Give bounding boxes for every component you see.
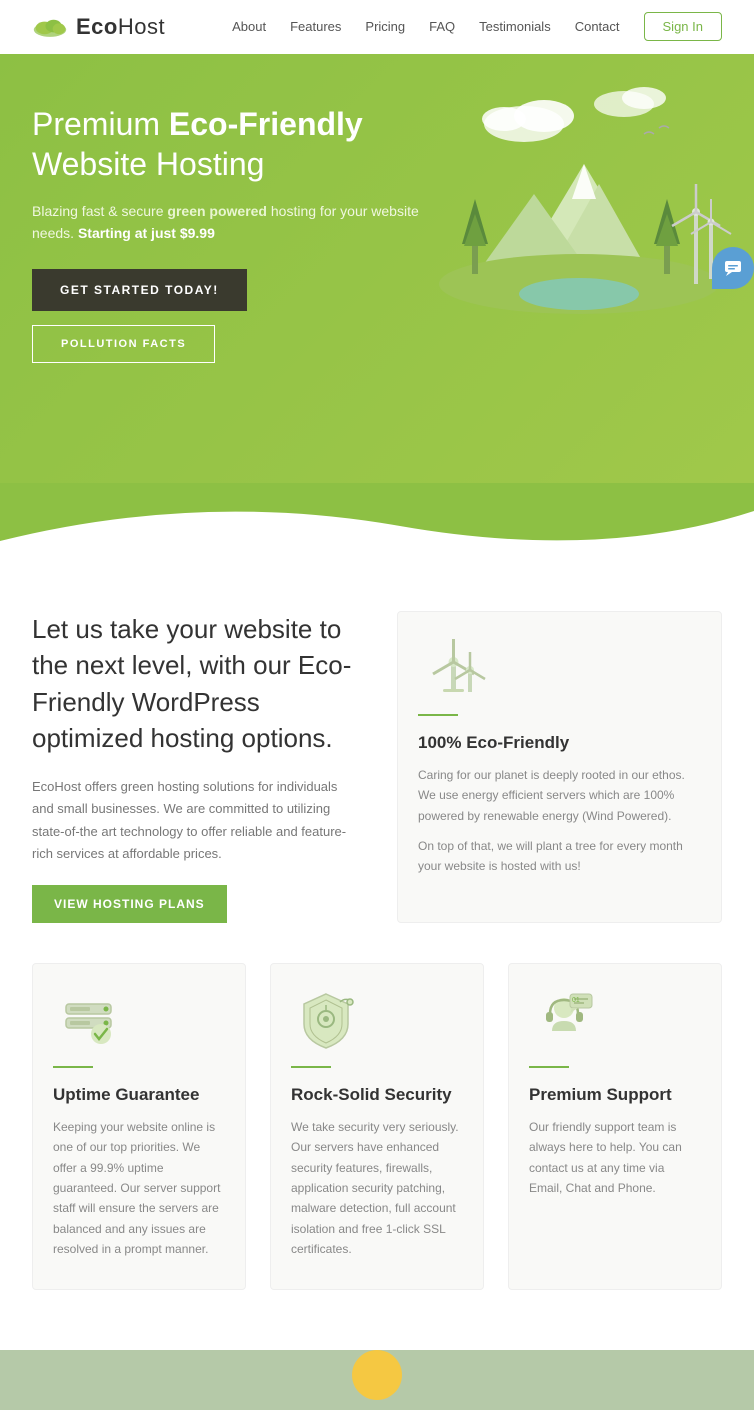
nav-pricing[interactable]: Pricing: [365, 19, 405, 34]
svg-text:01: 01: [572, 997, 580, 1004]
feature-title-security: Rock-Solid Security: [291, 1085, 463, 1105]
feature-desc-support: Our friendly support team is always here…: [529, 1117, 701, 1199]
intro-body: EcoHost offers green hosting solutions f…: [32, 776, 357, 864]
navbar: EcoHost About Features Pricing FAQ Testi…: [0, 0, 754, 54]
feature-card-support: 01 Premium Support Our friendly support …: [508, 963, 722, 1291]
feature-title-eco: 100% Eco-Friendly: [418, 733, 701, 753]
server-icon: [53, 984, 123, 1054]
nav-contact[interactable]: Contact: [575, 19, 620, 34]
feature-card-eco: 100% Eco-Friendly Caring for our planet …: [397, 611, 722, 923]
nav-testimonials[interactable]: Testimonials: [479, 19, 551, 34]
feature-desc-security: We take security very seriously. Our ser…: [291, 1117, 463, 1260]
feature-desc1-eco: Caring for our planet is deeply rooted i…: [418, 765, 701, 826]
nav-faq[interactable]: FAQ: [429, 19, 455, 34]
feature-title-uptime: Uptime Guarantee: [53, 1085, 225, 1105]
shield-icon: [291, 984, 361, 1054]
underline-eco: [418, 714, 458, 716]
chat-icon: [723, 258, 743, 278]
hero-heading: Premium Eco-Friendly Website Hosting: [32, 104, 432, 184]
features-grid: Uptime Guarantee Keeping your website on…: [32, 963, 722, 1291]
windmill-icon: [418, 632, 488, 702]
main-content: Let us take your website to the next lev…: [0, 551, 754, 1331]
logo-text: EcoHost: [76, 14, 165, 40]
intro-heading: Let us take your website to the next lev…: [32, 611, 357, 757]
wave-divider: [0, 481, 754, 551]
logo: EcoHost: [32, 14, 165, 40]
underline-uptime: [53, 1066, 93, 1068]
view-plans-button[interactable]: VIEW HOSTING PLANS: [32, 885, 227, 923]
feature-card-uptime: Uptime Guarantee Keeping your website on…: [32, 963, 246, 1291]
chat-bubble[interactable]: [712, 247, 754, 289]
underline-support: [529, 1066, 569, 1068]
headset-icon: 01: [529, 984, 599, 1054]
footer-circle: [352, 1350, 402, 1400]
feature-desc2-eco: On top of that, we will plant a tree for…: [418, 836, 701, 877]
intro-text: Let us take your website to the next lev…: [32, 611, 357, 923]
signin-button[interactable]: Sign In: [644, 12, 722, 41]
footer-bg: [0, 1350, 754, 1410]
feature-title-support: Premium Support: [529, 1085, 701, 1105]
feature-desc-uptime: Keeping your website online is one of ou…: [53, 1117, 225, 1260]
cloud-icon: [32, 15, 68, 39]
hero-section: Premium Eco-Friendly Website Hosting Bla…: [0, 54, 754, 483]
get-started-button[interactable]: GET STARTED TODAY!: [32, 269, 247, 311]
hero-illustration: [424, 84, 734, 369]
hero-subtext: Blazing fast & secure green powered host…: [32, 200, 432, 245]
pollution-facts-button[interactable]: POLLUTION FACTS: [32, 325, 215, 363]
underline-security: [291, 1066, 331, 1068]
nav-features[interactable]: Features: [290, 19, 341, 34]
section-intro: Let us take your website to the next lev…: [32, 611, 722, 923]
nav-links: About Features Pricing FAQ Testimonials …: [232, 18, 722, 36]
hero-content: Premium Eco-Friendly Website Hosting Bla…: [32, 104, 432, 363]
nav-about[interactable]: About: [232, 19, 266, 34]
feature-card-security: Rock-Solid Security We take security ver…: [270, 963, 484, 1291]
